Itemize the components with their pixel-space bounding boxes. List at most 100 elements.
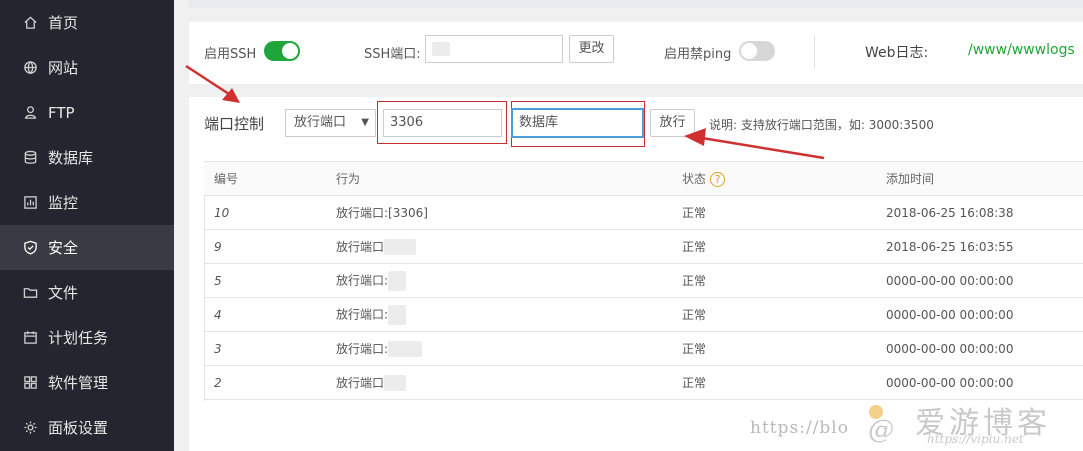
row-action: 放行端口:[3306]	[336, 195, 682, 230]
table-row: 2 放行端口 正常 0000-00-00 00:00:00	[204, 365, 1083, 400]
sidebar-item-home[interactable]: 首页	[0, 0, 174, 45]
table-row: 10 放行端口:[3306] 正常 2018-06-25 16:08:38	[204, 195, 1083, 230]
port-range-note: 说明: 支持放行端口范围，如: 3000:3500	[709, 118, 934, 132]
grid-icon	[22, 375, 38, 391]
sidebar-item-label: 软件管理	[48, 374, 109, 392]
sidebar-item-database[interactable]: 数据库	[0, 135, 174, 180]
sidebar-item-label: 网站	[48, 59, 79, 77]
redacted-value	[388, 341, 423, 358]
redacted-value	[384, 375, 407, 392]
row-status: 正常	[682, 331, 886, 366]
top-strip	[189, 0, 1083, 8]
monitor-icon	[22, 195, 38, 211]
ssh-port-change-button[interactable]: 更改	[569, 35, 614, 63]
watermark-url: https://blo	[750, 418, 849, 438]
action-select[interactable]: 放行端口 ▼	[285, 109, 376, 137]
row-time: 0000-00-00 00:00:00	[886, 263, 1083, 298]
divider	[814, 36, 815, 68]
folder-icon	[22, 285, 38, 301]
row-id: 10	[204, 195, 336, 230]
sidebar-item-label: 安全	[48, 239, 79, 257]
ssh-port-input[interactable]	[425, 35, 563, 63]
port-rules-table: 编号 行为 状态? 添加时间 10 放行端口:[3306] 正常 2018-06…	[204, 161, 1083, 400]
shield-icon	[22, 240, 38, 256]
weblog-label: Web日志:	[865, 45, 929, 61]
allow-port-button[interactable]: 放行	[650, 109, 695, 137]
col-header-status: 状态?	[682, 161, 886, 196]
row-status: 正常	[682, 229, 886, 264]
sidebar-item-label: 监控	[48, 194, 79, 212]
row-action: 放行端口:	[336, 331, 682, 366]
redacted-value	[388, 270, 407, 291]
ssh-panel: 启用SSH SSH端口: 更改 启用禁ping Web日志: /www/wwwl…	[189, 22, 1083, 84]
redacted-value	[432, 42, 450, 56]
sidebar-item-label: 首页	[48, 14, 79, 32]
gear-icon	[22, 420, 38, 436]
sidebar-item-software[interactable]: 软件管理	[0, 360, 174, 405]
redacted-value	[384, 239, 417, 256]
sidebar-item-label: 数据库	[48, 149, 94, 167]
table-row: 3 放行端口: 正常 0000-00-00 00:00:00	[204, 331, 1083, 366]
database-icon	[22, 150, 38, 166]
sidebar-item-label: FTP	[48, 103, 75, 122]
table-row: 4 放行端口: 正常 0000-00-00 00:00:00	[204, 297, 1083, 332]
row-id: 4	[204, 297, 336, 332]
sidebar-item-label: 文件	[48, 284, 79, 302]
port-input[interactable]: 3306	[383, 109, 502, 137]
calendar-icon	[22, 330, 38, 346]
row-time: 0000-00-00 00:00:00	[886, 365, 1083, 400]
sidebar-item-security[interactable]: 安全	[0, 225, 174, 270]
sidebar-item-files[interactable]: 文件	[0, 270, 174, 315]
row-id: 3	[204, 331, 336, 366]
sidebar-item-settings[interactable]: 面板设置	[0, 405, 174, 450]
sidebar-item-label: 计划任务	[48, 329, 109, 347]
row-id: 9	[204, 229, 336, 264]
row-id: 5	[204, 263, 336, 298]
sidebar: 首页 网站 FTP 数据库 监控 安全 文件 计划任务 软件管理 面板设置	[0, 0, 174, 451]
toggle-knob	[282, 43, 298, 59]
ssh-port-label: SSH端口:	[364, 47, 421, 62]
row-status: 正常	[682, 263, 886, 298]
col-header-id: 编号	[204, 161, 336, 196]
port-control-title: 端口控制	[204, 115, 265, 133]
watermark-logo-icon: @	[868, 405, 894, 444]
toggle-knob	[741, 43, 757, 59]
globe-icon	[22, 60, 38, 76]
row-time: 0000-00-00 00:00:00	[886, 297, 1083, 332]
ping-toggle[interactable]	[739, 41, 775, 61]
ftp-icon	[22, 105, 38, 121]
sidebar-item-website[interactable]: 网站	[0, 45, 174, 90]
remark-input[interactable]: 数据库	[511, 108, 644, 138]
col-header-time: 添加时间	[886, 161, 1083, 196]
watermark-brand-url: https://vipiu.net	[927, 432, 1024, 446]
caret-down-icon: ▼	[361, 117, 369, 128]
ssh-enable-label: 启用SSH	[204, 47, 257, 62]
row-action: 放行端口:	[336, 297, 682, 332]
col-header-action: 行为	[336, 161, 682, 196]
table-row: 5 放行端口: 正常 0000-00-00 00:00:00	[204, 263, 1083, 298]
help-icon[interactable]: ?	[710, 172, 726, 187]
row-time: 2018-06-25 16:03:55	[886, 229, 1083, 264]
row-action: 放行端口	[336, 229, 682, 264]
redacted-value	[388, 304, 407, 325]
sidebar-item-label: 面板设置	[48, 419, 109, 437]
row-id: 2	[204, 365, 336, 400]
row-status: 正常	[682, 365, 886, 400]
ssh-toggle[interactable]	[264, 41, 300, 61]
row-time: 0000-00-00 00:00:00	[886, 331, 1083, 366]
table-row: 9 放行端口 正常 2018-06-25 16:03:55	[204, 229, 1083, 264]
sidebar-item-cron[interactable]: 计划任务	[0, 315, 174, 360]
row-status: 正常	[682, 297, 886, 332]
svg-text:@: @	[868, 415, 894, 444]
weblog-path-link[interactable]: /www/wwwlogs	[968, 42, 1075, 58]
row-time: 2018-06-25 16:08:38	[886, 195, 1083, 230]
row-status: 正常	[682, 195, 886, 230]
row-action: 放行端口	[336, 365, 682, 400]
row-action: 放行端口:	[336, 263, 682, 298]
sidebar-item-ftp[interactable]: FTP	[0, 90, 174, 135]
home-icon	[22, 15, 38, 31]
sidebar-item-monitor[interactable]: 监控	[0, 180, 174, 225]
table-header-row: 编号 行为 状态? 添加时间	[204, 161, 1083, 196]
main-content: 启用SSH SSH端口: 更改 启用禁ping Web日志: /www/wwwl…	[174, 0, 1083, 451]
ping-enable-label: 启用禁ping	[664, 47, 732, 62]
